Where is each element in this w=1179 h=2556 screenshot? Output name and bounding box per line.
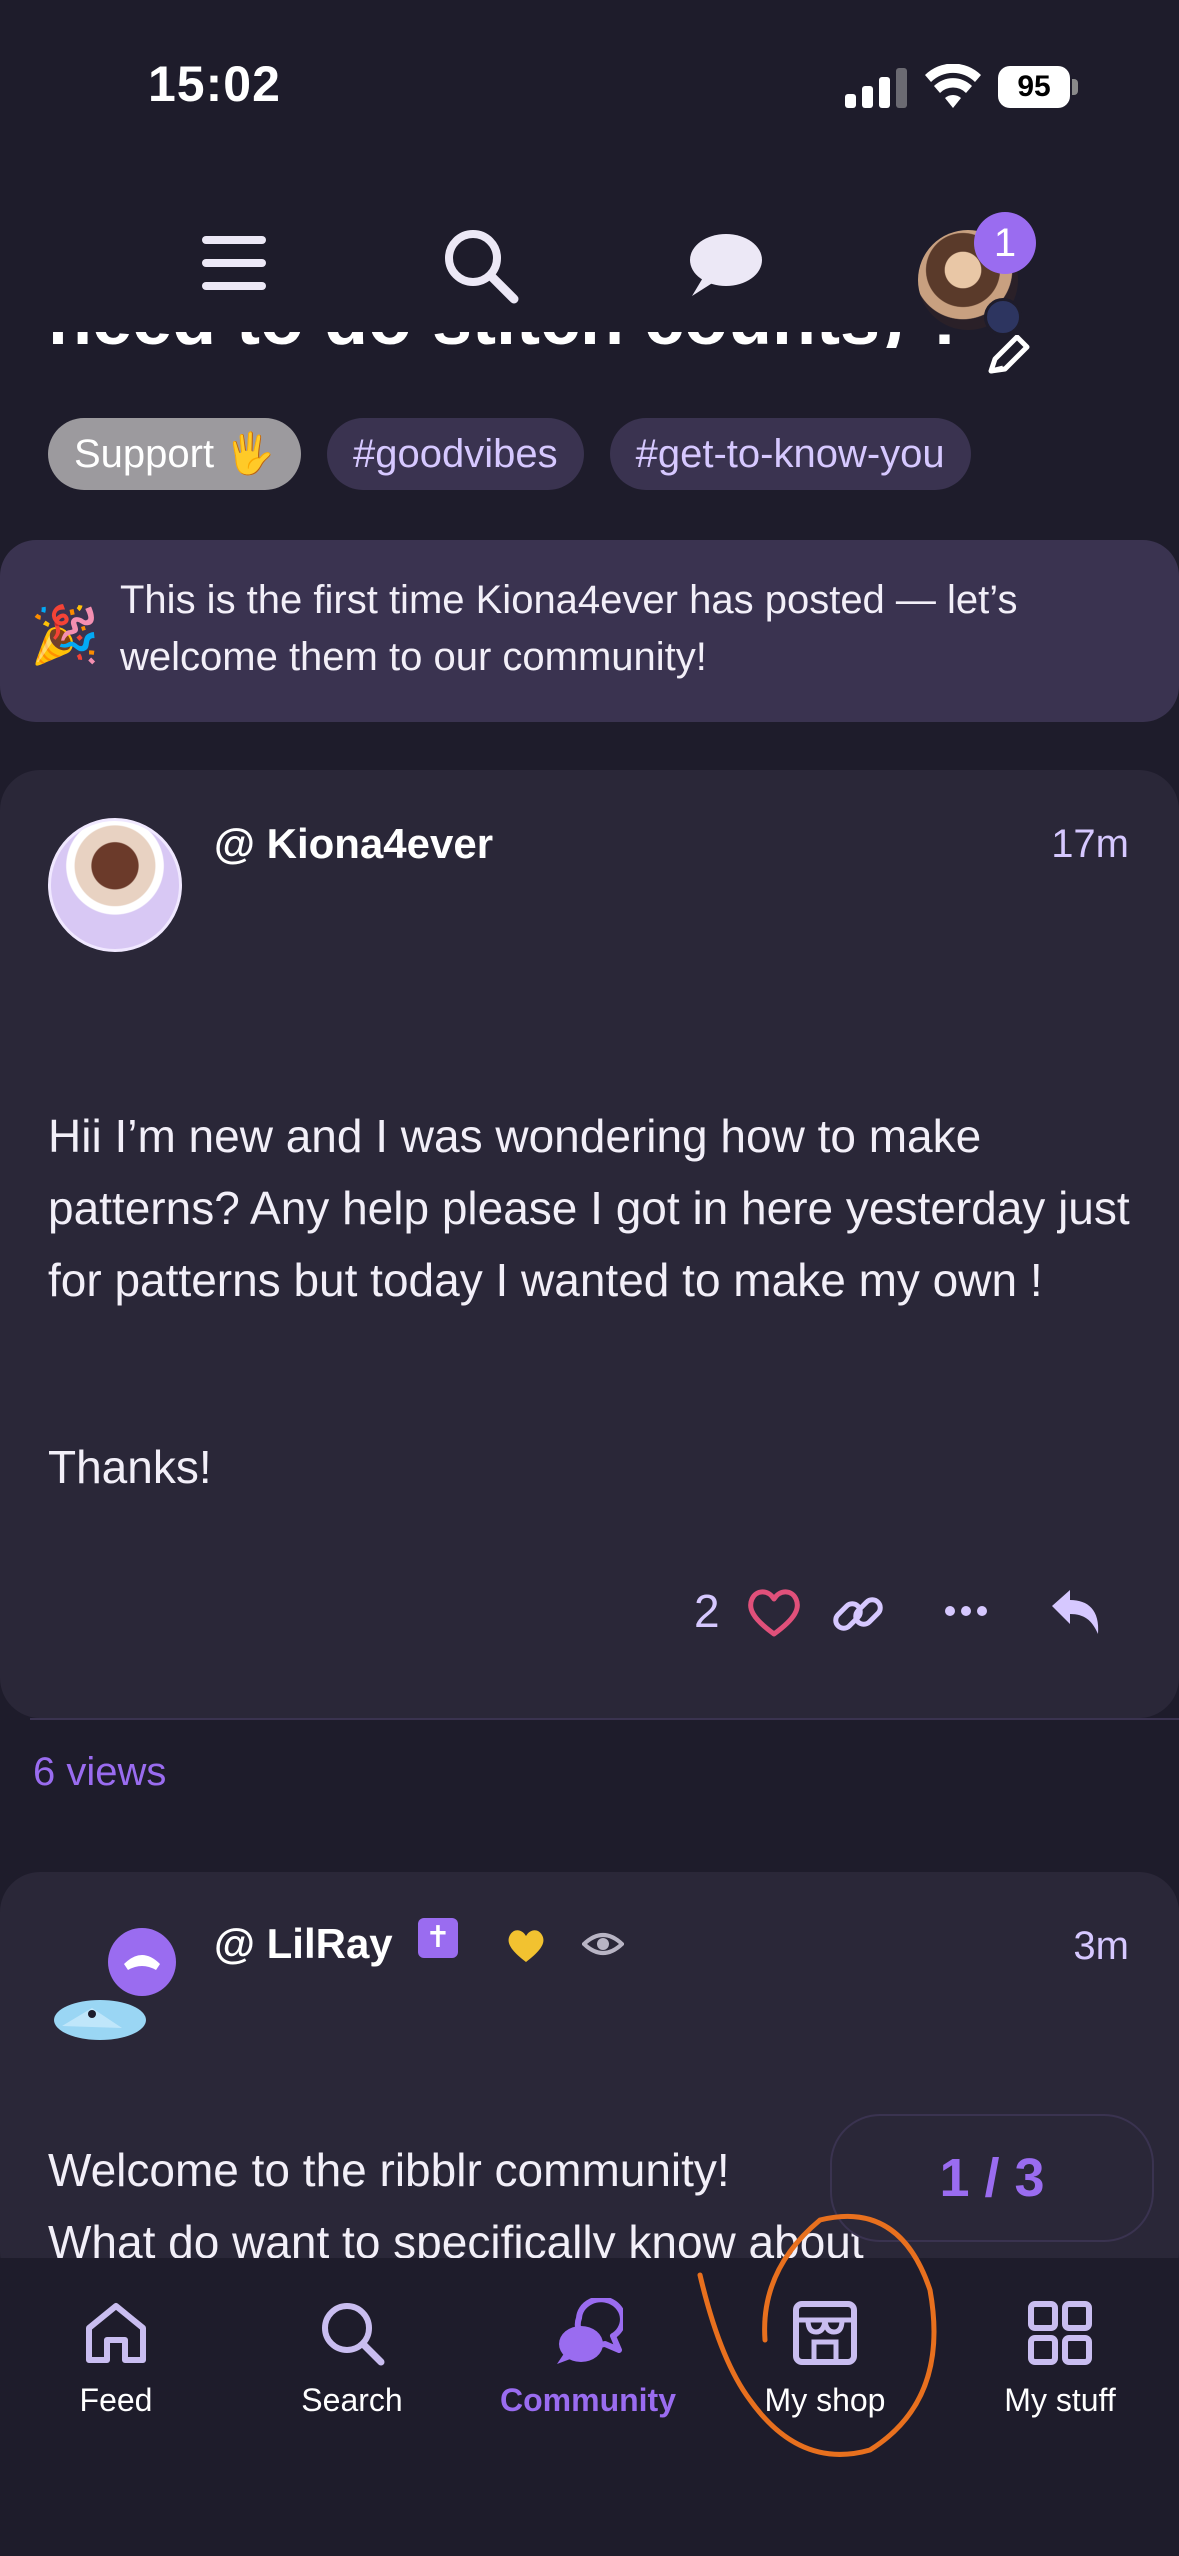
post-signoff: Thanks! <box>48 1441 212 1493</box>
author-avatar[interactable] <box>48 818 182 952</box>
top-nav: 1 <box>0 170 1179 350</box>
tab-feed[interactable]: Feed <box>16 2298 216 2428</box>
page-indicator[interactable]: 1 / 3 <box>830 2114 1154 2242</box>
post-actions: 2 <box>694 1580 1114 1650</box>
post-body: Hii I’m new and I was wondering how to m… <box>48 1110 1130 1306</box>
view-count: 6 views <box>33 1750 167 1794</box>
tag-support[interactable]: Support 🖐 <box>48 418 302 490</box>
tag-get-to-know-you[interactable]: #get-to-know-you <box>609 418 971 490</box>
tab-my-shop[interactable]: My shop <box>725 2298 925 2428</box>
chat-bubble-icon[interactable] <box>684 230 764 300</box>
search-icon <box>322 2303 385 2366</box>
tab-search-label: Search <box>301 2382 403 2418</box>
divider <box>30 1718 1179 1720</box>
tab-feed-label: Feed <box>79 2382 153 2418</box>
tab-search[interactable]: Search <box>252 2298 452 2428</box>
tab-community[interactable]: Community <box>488 2298 688 2428</box>
eye-icon <box>582 1933 624 1955</box>
battery-level: 95 <box>998 66 1070 108</box>
reply-author-username[interactable]: @ LilRay <box>214 1920 393 1968</box>
shop-icon <box>793 2301 857 2365</box>
status-time: 15:02 <box>148 56 281 112</box>
post-card: @ Kiona4ever 17m Hii I’m new and I was w… <box>0 770 1179 1718</box>
reply-body-line-1: Welcome to the ribblr community! <box>48 2144 730 2196</box>
reply-timestamp: 3m <box>1073 1924 1129 1968</box>
community-icon <box>557 2298 623 2364</box>
home-icon <box>86 2303 146 2363</box>
like-count: 2 <box>694 1585 720 1637</box>
tab-my-shop-label: My shop <box>764 2382 886 2418</box>
party-popper-icon: 🎉 <box>30 603 100 666</box>
status-bar: 15:02 95 <box>0 0 1179 150</box>
avatar-sub-badge <box>984 298 1022 336</box>
yellow-heart-icon <box>508 1930 544 1962</box>
cellular-signal-icon <box>845 68 907 108</box>
tab-my-stuff-label: My stuff <box>1004 2382 1116 2418</box>
tag-goodvibes[interactable]: #goodvibes <box>327 418 584 490</box>
reply-author-avatar[interactable] <box>52 1928 182 2058</box>
post-timestamp: 17m <box>1051 822 1129 866</box>
bottom-tab-bar: Feed Search Community My shop My stuff <box>0 2258 1179 2556</box>
link-icon[interactable] <box>830 1586 886 1642</box>
menu-icon[interactable] <box>198 232 270 294</box>
tab-my-stuff[interactable]: My stuff <box>960 2298 1160 2428</box>
first-post-message: This is the first time Kiona4ever has po… <box>120 578 1018 679</box>
wifi-icon <box>925 64 981 108</box>
author-username[interactable]: @ Kiona4ever <box>214 820 493 868</box>
tab-community-label: Community <box>500 2382 676 2418</box>
profile-avatar-button[interactable]: 1 <box>914 212 1044 336</box>
more-options-icon[interactable] <box>942 1596 990 1626</box>
battery-icon: 95 <box>998 66 1078 108</box>
notification-badge: 1 <box>974 212 1036 274</box>
cross-badge-icon: ✝ <box>418 1918 458 1958</box>
first-post-banner: 🎉 This is the first time Kiona4ever has … <box>0 540 1179 722</box>
reply-icon[interactable] <box>1048 1588 1102 1636</box>
search-icon[interactable] <box>440 225 520 305</box>
tag-list: Support 🖐 #goodvibes #get-to-know-you <box>48 418 971 490</box>
grid-icon <box>1028 2301 1092 2365</box>
heart-icon[interactable] <box>746 1586 802 1638</box>
